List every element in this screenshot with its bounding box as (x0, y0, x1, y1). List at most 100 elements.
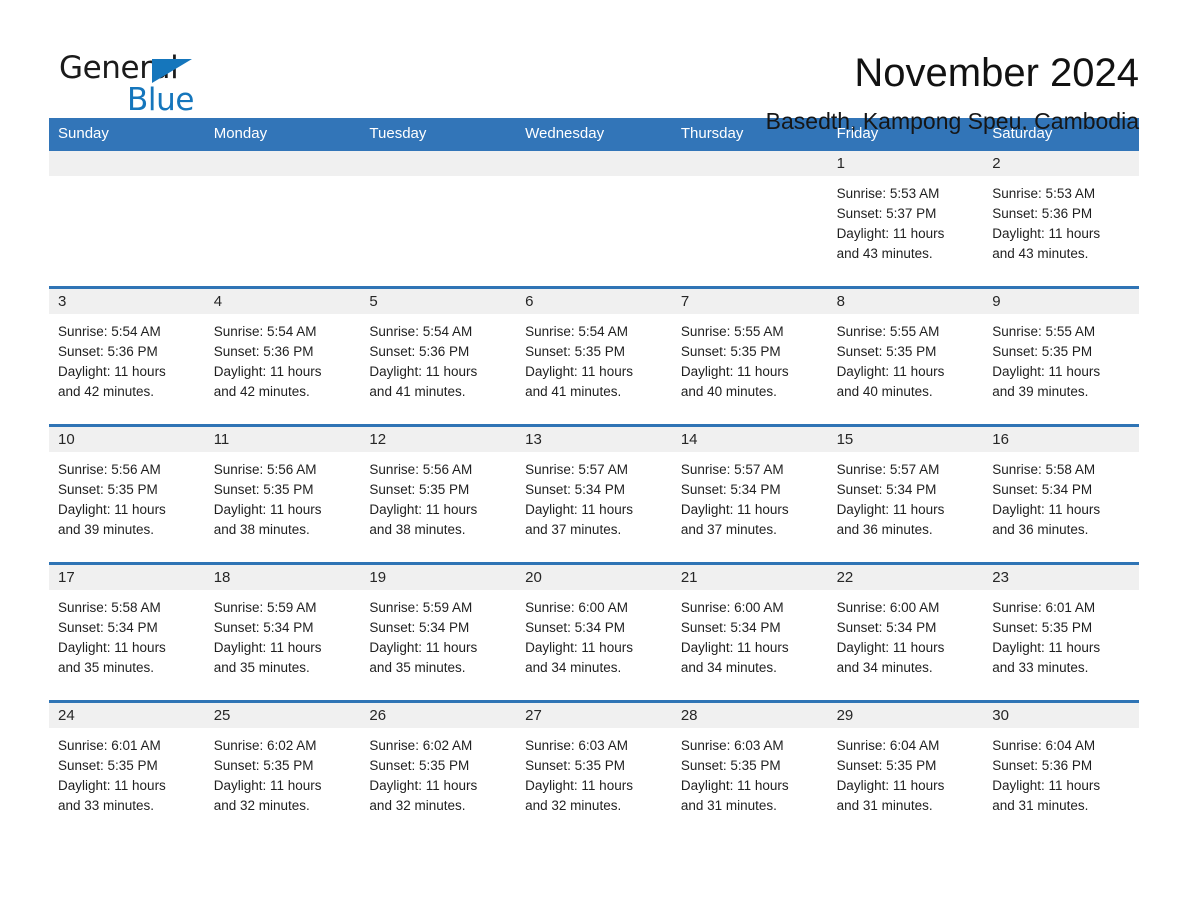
day-details: Sunrise: 5:58 AM Sunset: 5:34 PM Daylight:… (983, 452, 1139, 540)
weekday-header-thursday: Thursday (680, 125, 744, 142)
day-cell[interactable]: 18 Sunrise: 5:59 AM Sunset: 5:34 PM Dayligh… (204, 565, 361, 700)
day-cell[interactable]: 13 Sunrise: 5:57 AM Sunset: 5:34 PM Dayligh… (516, 427, 672, 562)
sunrise-time: Sunrise: 5:54 AM (369, 324, 473, 339)
day-cell[interactable]: 5 Sunrise: 5:54 AM Sunset: 5:36 PM Daylight… (360, 289, 517, 424)
daylight-duration-line1: Daylight: 11 hours (836, 364, 945, 379)
calendar-week-row: 3 Sunrise: 5:54 AM Sunset: 5:36 PM Daylight… (49, 286, 1139, 424)
daylight-duration-line2: and 41 minutes. (369, 384, 466, 399)
day-details: Sunrise: 5:54 AM Sunset: 5:35 PM Daylight:… (516, 314, 672, 402)
day-details: Sunrise: 5:55 AM Sunset: 5:35 PM Daylight:… (983, 314, 1139, 402)
day-cell[interactable]: 20 Sunrise: 6:00 AM Sunset: 5:34 PM Dayligh… (516, 565, 672, 700)
daylight-duration-line2: and 36 minutes. (836, 522, 933, 537)
sunset-time: Sunset: 5:35 PM (525, 758, 625, 773)
day-cell[interactable]: 10 Sunrise: 5:56 AM Sunset: 5:35 PM Dayligh… (49, 427, 205, 562)
day-number-band: 4 (204, 289, 361, 314)
sunset-time: Sunset: 5:34 PM (525, 482, 625, 497)
daylight-duration-line2: and 34 minutes. (836, 660, 933, 675)
day-cell[interactable]: 4 Sunrise: 5:54 AM Sunset: 5:36 PM Daylight… (204, 289, 361, 424)
day-details: Sunrise: 6:03 AM Sunset: 5:35 PM Daylight:… (516, 728, 672, 816)
day-number: 28 (680, 707, 698, 724)
day-cell[interactable]: 30 Sunrise: 6:04 AM Sunset: 5:36 PM Dayligh… (983, 703, 1139, 838)
day-number-band: 30 (983, 703, 1139, 728)
day-number-band: 21 (671, 565, 828, 590)
day-details: Sunrise: 6:00 AM Sunset: 5:34 PM Daylight:… (828, 590, 984, 678)
day-cell[interactable]: 24 Sunrise: 6:01 AM Sunset: 5:35 PM Dayligh… (49, 703, 205, 838)
day-cell[interactable]: 15 Sunrise: 5:57 AM Sunset: 5:34 PM Dayligh… (827, 427, 984, 562)
sunrise-time: Sunrise: 6:01 AM (58, 738, 161, 753)
day-details: Sunrise: 5:58 AM Sunset: 5:34 PM Daylight:… (49, 590, 205, 678)
daylight-duration-line1: Daylight: 11 hours (992, 778, 1101, 793)
day-cell[interactable]: 9 Sunrise: 5:55 AM Sunset: 5:35 PM Daylight… (983, 289, 1139, 424)
sunrise-time: Sunrise: 6:03 AM (680, 738, 784, 753)
day-cell[interactable]: 2 Sunrise: 5:53 AM Sunset: 5:36 PM Daylight… (983, 151, 1139, 286)
daylight-duration-line2: and 37 minutes. (680, 522, 777, 537)
day-cell[interactable]: 19 Sunrise: 5:59 AM Sunset: 5:34 PM Dayligh… (360, 565, 517, 700)
daylight-duration-line2: and 34 minutes. (525, 660, 622, 675)
day-cell-empty (49, 151, 205, 286)
day-number-band: 10 (49, 427, 205, 452)
daylight-duration-line1: Daylight: 11 hours (992, 226, 1101, 241)
day-details: Sunrise: 6:01 AM Sunset: 5:35 PM Daylight:… (49, 728, 205, 816)
day-details: Sunrise: 5:55 AM Sunset: 5:35 PM Daylight:… (828, 314, 984, 402)
day-cell[interactable]: 23 Sunrise: 6:01 AM Sunset: 5:35 PM Dayligh… (983, 565, 1139, 700)
sunrise-time: Sunrise: 5:59 AM (369, 600, 473, 615)
day-cell[interactable]: 29 Sunrise: 6:04 AM Sunset: 5:35 PM Dayligh… (827, 703, 984, 838)
day-number: 7 (680, 293, 690, 310)
daylight-duration-line1: Daylight: 11 hours (992, 640, 1101, 655)
day-number-band: 12 (360, 427, 517, 452)
sunset-time: Sunset: 5:35 PM (58, 482, 158, 497)
day-number: 26 (369, 707, 387, 724)
day-details: Sunrise: 6:02 AM Sunset: 5:35 PM Daylight:… (205, 728, 361, 816)
day-details: Sunrise: 5:55 AM Sunset: 5:35 PM Daylight:… (672, 314, 828, 402)
day-cell[interactable]: 22 Sunrise: 6:00 AM Sunset: 5:34 PM Dayligh… (827, 565, 984, 700)
day-details: Sunrise: 5:57 AM Sunset: 5:34 PM Daylight:… (828, 452, 984, 540)
day-number-band: 24 (49, 703, 205, 728)
day-cell[interactable]: 6 Sunrise: 5:54 AM Sunset: 5:35 PM Daylight… (516, 289, 672, 424)
day-cell[interactable]: 8 Sunrise: 5:55 AM Sunset: 5:35 PM Daylight… (827, 289, 984, 424)
day-number-band (204, 151, 361, 176)
day-cell[interactable]: 12 Sunrise: 5:56 AM Sunset: 5:35 PM Dayligh… (360, 427, 517, 562)
day-number: 1 (836, 155, 845, 172)
day-cell[interactable]: 7 Sunrise: 5:55 AM Sunset: 5:35 PM Daylight… (671, 289, 828, 424)
day-cell[interactable]: 3 Sunrise: 5:54 AM Sunset: 5:36 PM Daylight… (49, 289, 205, 424)
daylight-duration-line1: Daylight: 11 hours (525, 640, 633, 655)
day-details: Sunrise: 6:04 AM Sunset: 5:36 PM Daylight:… (983, 728, 1139, 816)
sunrise-time: Sunrise: 5:56 AM (369, 462, 473, 477)
day-number-band: 15 (827, 427, 984, 452)
daylight-duration-line2: and 32 minutes. (525, 798, 622, 813)
day-number-band: 9 (983, 289, 1139, 314)
daylight-duration-line2: and 35 minutes. (58, 660, 155, 675)
sunset-time: Sunset: 5:35 PM (992, 344, 1093, 359)
sunrise-time: Sunrise: 5:58 AM (992, 462, 1096, 477)
day-number: 15 (836, 431, 854, 448)
daylight-duration-line1: Daylight: 11 hours (58, 640, 166, 655)
day-number: 3 (58, 293, 67, 310)
day-number-band: 17 (49, 565, 205, 590)
day-cell-empty (360, 151, 517, 286)
day-number-band: 23 (983, 565, 1139, 590)
daylight-duration-line2: and 36 minutes. (992, 522, 1089, 537)
day-cell[interactable]: 27 Sunrise: 6:03 AM Sunset: 5:35 PM Dayligh… (516, 703, 672, 838)
page-header: General Blue November 2024 Basedth, Kamp… (49, 0, 1139, 134)
daylight-duration-line2: and 31 minutes. (680, 798, 777, 813)
day-cell[interactable]: 21 Sunrise: 6:00 AM Sunset: 5:34 PM Dayligh… (671, 565, 828, 700)
day-cell[interactable]: 1 Sunrise: 5:53 AM Sunset: 5:37 PM Daylight… (827, 151, 984, 286)
daylight-duration-line2: and 38 minutes. (369, 522, 466, 537)
day-cell[interactable]: 26 Sunrise: 6:02 AM Sunset: 5:35 PM Dayligh… (360, 703, 517, 838)
day-details: Sunrise: 6:00 AM Sunset: 5:34 PM Daylight:… (672, 590, 828, 678)
daylight-duration-line1: Daylight: 11 hours (992, 364, 1101, 379)
sunrise-time: Sunrise: 6:02 AM (213, 738, 317, 753)
daylight-duration-line1: Daylight: 11 hours (369, 778, 478, 793)
sunrise-time: Sunrise: 6:00 AM (680, 600, 784, 615)
day-number-band: 22 (827, 565, 984, 590)
sunrise-time: Sunrise: 5:55 AM (992, 324, 1096, 339)
day-number: 21 (680, 569, 698, 586)
day-cell[interactable]: 17 Sunrise: 5:58 AM Sunset: 5:34 PM Dayligh… (49, 565, 205, 700)
daylight-duration-line1: Daylight: 11 hours (58, 502, 166, 517)
day-cell[interactable]: 28 Sunrise: 6:03 AM Sunset: 5:35 PM Dayligh… (671, 703, 828, 838)
day-cell[interactable]: 16 Sunrise: 5:58 AM Sunset: 5:34 PM Dayligh… (983, 427, 1139, 562)
daylight-duration-line2: and 39 minutes. (58, 522, 155, 537)
day-cell[interactable]: 11 Sunrise: 5:56 AM Sunset: 5:35 PM Dayligh… (204, 427, 361, 562)
day-cell[interactable]: 14 Sunrise: 5:57 AM Sunset: 5:34 PM Dayligh… (671, 427, 828, 562)
day-cell[interactable]: 25 Sunrise: 6:02 AM Sunset: 5:35 PM Dayligh… (204, 703, 361, 838)
